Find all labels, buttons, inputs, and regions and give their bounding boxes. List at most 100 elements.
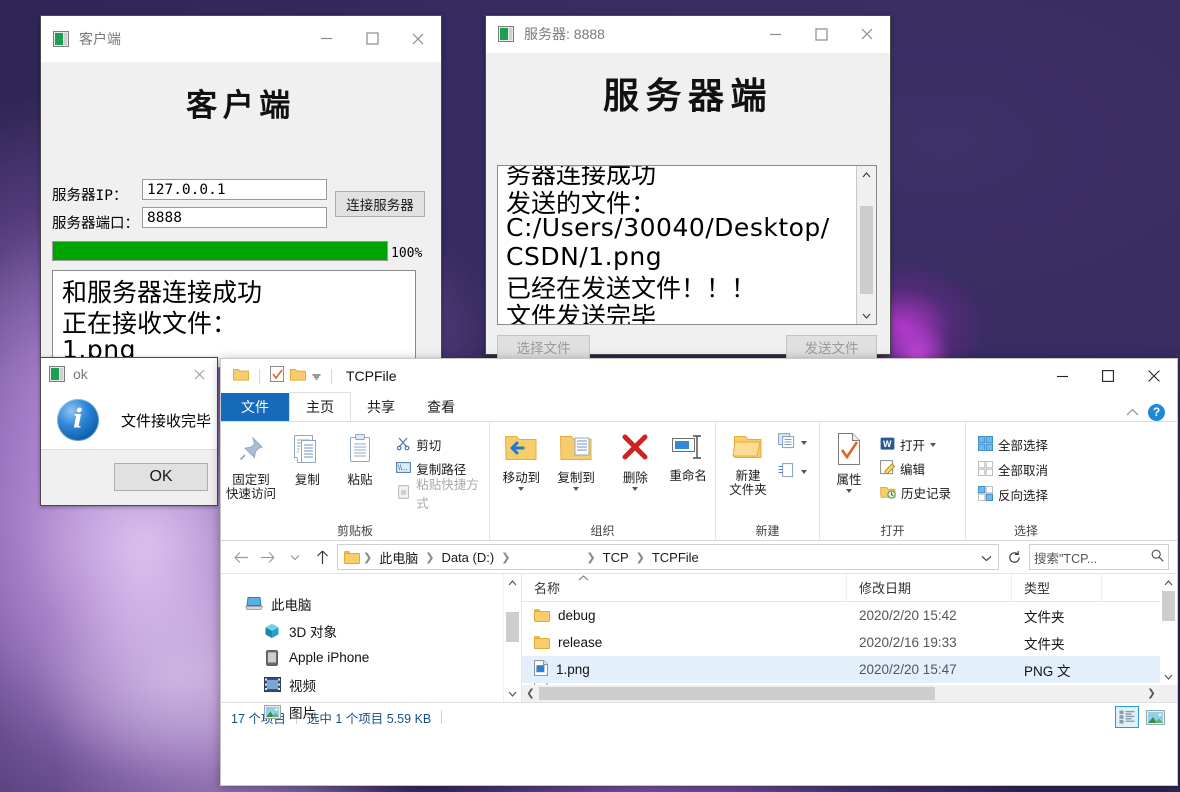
server-log-scrollbar[interactable] [856,166,876,324]
scrollbar-thumb[interactable] [539,687,935,700]
search-input[interactable]: 搜索"TCP... [1029,544,1169,570]
properties-button[interactable]: 属性 [826,428,872,493]
column-header-type[interactable]: 类型 [1012,574,1102,601]
chevron-down-icon[interactable] [312,367,321,385]
scroll-down-icon[interactable] [1160,668,1177,685]
caret-down-icon[interactable] [846,489,852,493]
caret-down-icon[interactable] [518,487,525,491]
paste-button[interactable]: 粘贴 [334,428,387,487]
breadcrumb-item-this-pc[interactable]: 此电脑 [375,548,422,567]
caret-down-icon[interactable] [573,487,580,491]
scrollbar-thumb[interactable] [506,612,519,642]
table-row[interactable]: release 2020/2/16 19:33 文件夹 [522,629,1177,656]
client-log-area[interactable]: 和服务器连接成功 正在接收文件： 1.png [52,270,416,368]
edit-button[interactable]: 编辑 [876,458,955,479]
scroll-up-icon[interactable] [857,166,876,183]
collapse-ribbon-icon[interactable] [1126,403,1139,421]
breadcrumb-item-tcpfile[interactable]: TCPFile [648,550,703,565]
new-item-button[interactable] [774,432,811,453]
scroll-right-icon[interactable]: ❯ [1143,688,1160,699]
tab-share[interactable]: 共享 [351,393,411,421]
connect-server-button[interactable]: 连接服务器 [335,191,425,217]
table-row[interactable]: debug 2020/2/20 15:42 文件夹 [522,602,1177,629]
server-window[interactable]: 服务器: 8888 服务器端 务器连接成功 发送的文件： C:/Users/30… [485,15,891,359]
invert-selection-button[interactable]: 反向选择 [974,484,1052,505]
caret-down-icon[interactable] [801,440,807,445]
cut-button[interactable]: 剪切 [392,434,489,455]
chevron-down-icon[interactable] [981,550,992,565]
move-to-button[interactable]: 移动到 [494,428,549,491]
quick-access-toolbar[interactable] [221,365,336,387]
scroll-down-icon[interactable] [504,685,521,702]
help-icon[interactable]: ? [1148,403,1165,421]
minimize-icon[interactable] [303,16,349,61]
paste-shortcut-button[interactable]: 粘贴快捷方式 [392,478,489,511]
file-list-scrollbar[interactable] [1160,574,1177,702]
close-icon[interactable] [395,16,441,61]
file-list-header[interactable]: 名称 修改日期 类型 [522,574,1177,602]
rename-button[interactable]: 重命名 [661,428,715,483]
navigation-pane[interactable]: 此电脑 3D 对象 Apple iPhone 视频 图片 [221,574,521,721]
file-list-pane[interactable]: 名称 修改日期 类型 debug 2020/2/20 15:42 文件夹 rel… [521,574,1177,702]
column-header-date[interactable]: 修改日期 [847,574,1012,601]
pin-to-quick-access-button[interactable]: 固定到 快速访问 [221,428,281,501]
new-folder-button[interactable]: 新建 文件夹 [722,428,774,497]
minimize-icon[interactable] [1039,359,1085,393]
server-port-input[interactable]: 8888 [142,207,327,228]
tab-view[interactable]: 查看 [411,393,471,421]
folder-icon[interactable] [233,367,249,386]
history-button[interactable]: 历史记录 [876,482,955,503]
nav-item-3d-objects[interactable]: 3D 对象 [221,617,521,644]
refresh-icon[interactable] [1002,545,1026,569]
nav-item-this-pc[interactable]: 此电脑 [221,590,521,617]
breadcrumb[interactable]: ❯ 此电脑 ❯ Data (D:) ❯ ❯ TCP ❯ TCPFile [337,544,999,570]
copy-button[interactable]: 复制 [281,428,334,487]
copy-to-button[interactable]: 复制到 [549,428,604,491]
scroll-up-icon[interactable] [504,574,521,591]
scrollbar-thumb[interactable] [1162,591,1175,621]
ribbon-tabs[interactable]: 文件 主页 共享 查看 ? [221,392,1177,421]
column-header-name[interactable]: 名称 [522,574,847,601]
server-titlebar[interactable]: 服务器: 8888 [486,16,890,53]
caret-down-icon[interactable] [930,442,937,447]
scroll-left-icon[interactable]: ❮ [522,688,539,699]
close-icon[interactable] [1131,359,1177,393]
close-icon[interactable] [181,358,217,390]
select-file-button[interactable]: 选择文件 [497,335,590,359]
scroll-up-icon[interactable] [1160,574,1177,591]
nav-item-videos[interactable]: 视频 [221,671,521,698]
forward-arrow-icon[interactable] [256,545,280,569]
select-none-button[interactable]: 全部取消 [974,459,1052,480]
server-log-area[interactable]: 务器连接成功 发送的文件： C:/Users/30040/Desktop/ CS… [497,165,877,325]
ok-button[interactable]: OK [114,463,208,491]
caret-down-icon[interactable] [632,487,639,491]
client-titlebar[interactable]: 客户端 [41,16,441,62]
breadcrumb-item-tcp[interactable]: TCP [599,550,633,565]
table-row[interactable]: 1.png 2020/2/20 15:47 PNG 文 [522,656,1177,683]
server-ip-input[interactable]: 127.0.0.1 [142,179,327,200]
caret-down-icon[interactable] [801,469,807,474]
properties-check-icon[interactable] [270,365,284,387]
search-icon[interactable] [1151,549,1164,565]
details-view-button[interactable] [1115,706,1139,728]
dialog-titlebar[interactable]: ok [41,358,217,391]
delete-button[interactable]: 删除 [610,428,662,491]
easy-access-button[interactable] [774,461,811,482]
horizontal-scrollbar[interactable]: ❮ ❯ [522,685,1177,702]
open-button[interactable]: W 打开 [876,434,955,455]
client-window[interactable]: 客户端 客户端 服务器IP： 127.0.0.1 服务器端口： 8888 连接服… [40,15,442,368]
close-icon[interactable] [844,16,890,52]
select-all-button[interactable]: 全部选择 [974,434,1052,455]
navigation-pane-scrollbar[interactable] [503,574,521,702]
nav-item-pictures[interactable]: 图片 [221,698,521,725]
new-folder-icon[interactable] [290,367,306,386]
minimize-icon[interactable] [752,16,798,52]
breadcrumb-item-data-d[interactable]: Data (D:) [437,550,498,565]
large-icons-view-button[interactable] [1143,706,1167,728]
file-explorer-window[interactable]: TCPFile 文件 主页 共享 查看 ? 固定到 快速访问 复制 粘贴 剪切 … [220,358,1178,786]
ok-dialog[interactable]: ok 文件接收完毕 OK [40,357,218,506]
maximize-icon[interactable] [349,16,395,61]
tab-home[interactable]: 主页 [289,392,351,421]
maximize-icon[interactable] [1085,359,1131,393]
scroll-down-icon[interactable] [857,307,876,324]
